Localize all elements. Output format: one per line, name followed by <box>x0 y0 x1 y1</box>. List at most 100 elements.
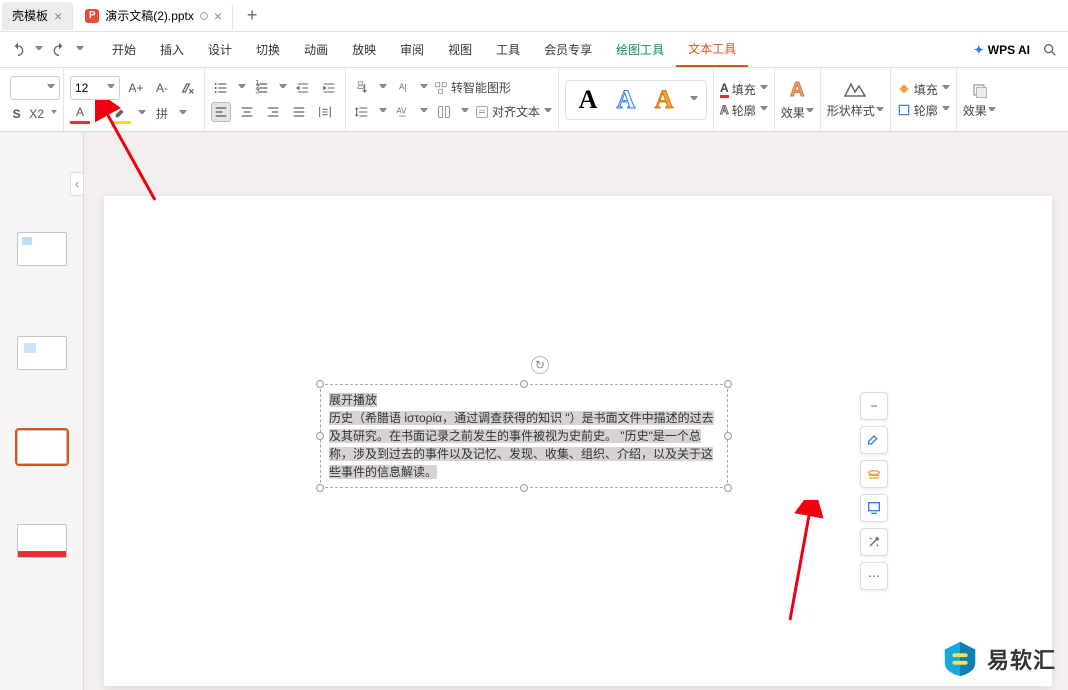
menu-design[interactable]: 设计 <box>196 32 244 68</box>
text-outline-button[interactable]: A轮廓 <box>720 102 768 119</box>
magic-button[interactable] <box>860 528 888 556</box>
resize-handle[interactable] <box>316 432 324 440</box>
svg-text:A: A <box>399 82 405 91</box>
char-spacing-icon[interactable]: AV <box>393 102 413 122</box>
collapse-thumbs-button[interactable]: ‹ <box>70 172 84 196</box>
clear-format-icon[interactable] <box>178 78 198 98</box>
new-tab-button[interactable]: + <box>239 3 265 29</box>
resize-handle[interactable] <box>520 380 528 388</box>
format-brush-button[interactable] <box>860 426 888 454</box>
main-area: ‹ ↻ 展开播放 历史（希腊语 ἱστορία，通过调查获得的知识 "）是书面文… <box>0 132 1068 690</box>
zoom-out-button[interactable]: − <box>860 392 888 420</box>
shape-effect-button[interactable]: 效果 <box>963 80 996 119</box>
wordart-style-2[interactable]: A <box>610 85 642 115</box>
bold-icon[interactable]: S <box>10 104 23 124</box>
convert-smartart-button[interactable]: 转智能图形 <box>434 79 511 96</box>
modified-indicator <box>200 12 208 20</box>
textbox-title: 展开播放 <box>329 391 719 409</box>
more-button[interactable]: ⋯ <box>860 562 888 590</box>
svg-text:吕: 吕 <box>357 81 365 90</box>
resize-handle[interactable] <box>724 380 732 388</box>
shape-fill-button[interactable]: 填充 <box>897 81 950 98</box>
align-justify-icon[interactable] <box>289 102 309 122</box>
slide-thumb-3[interactable] <box>17 430 67 464</box>
menu-review[interactable]: 审阅 <box>388 32 436 68</box>
resize-handle[interactable] <box>724 484 732 492</box>
rotate-handle[interactable]: ↻ <box>531 356 549 374</box>
text-direction-icon[interactable]: 吕 <box>352 78 372 98</box>
menu-draw-tools[interactable]: 绘图工具 <box>604 32 676 68</box>
undo-icon[interactable] <box>8 40 28 60</box>
ppt-icon: P <box>85 9 99 23</box>
pinyin-icon[interactable]: 拼 <box>152 104 172 124</box>
menu-transition[interactable]: 切换 <box>244 32 292 68</box>
tab-presentation[interactable]: P 演示文稿(2).pptx × <box>75 2 233 30</box>
slide-thumb-4[interactable] <box>17 524 67 558</box>
floating-toolbar: − ⋯ <box>860 392 888 590</box>
highlight-icon[interactable] <box>111 104 131 124</box>
decrease-font-icon[interactable]: A- <box>152 78 172 98</box>
textbox-body: 历史（希腊语 ἱστορία，通过调查获得的知识 "）是书面文件中描述的过去及其… <box>329 409 719 481</box>
resize-handle[interactable] <box>520 484 528 492</box>
svg-text:AV: AV <box>396 106 407 115</box>
search-icon[interactable] <box>1040 40 1060 60</box>
menu-view[interactable]: 视图 <box>436 32 484 68</box>
text-effect-button[interactable]: A 效果 <box>781 79 814 121</box>
font-name-combo[interactable] <box>10 76 60 100</box>
menu-animation[interactable]: 动画 <box>292 32 340 68</box>
menu-vip[interactable]: 会员专享 <box>532 32 604 68</box>
menu-text-tools[interactable]: 文本工具 <box>676 33 748 67</box>
more-dropdown[interactable] <box>76 46 84 54</box>
resize-handle[interactable] <box>724 432 732 440</box>
slide-thumb-1[interactable] <box>17 232 67 266</box>
menu-tools[interactable]: 工具 <box>484 32 532 68</box>
align-right-icon[interactable] <box>263 102 283 122</box>
text-vertical-icon[interactable]: A <box>393 78 413 98</box>
menu-insert[interactable]: 插入 <box>148 32 196 68</box>
redo-icon[interactable] <box>49 40 69 60</box>
wordart-style-1[interactable]: A <box>572 85 604 115</box>
menu-slideshow[interactable]: 放映 <box>340 32 388 68</box>
align-left-icon[interactable] <box>211 102 231 122</box>
layer-button[interactable] <box>860 460 888 488</box>
textbox[interactable]: 展开播放 历史（希腊语 ἱστορία，通过调查获得的知识 "）是书面文件中描述… <box>320 384 728 488</box>
numbering-icon[interactable]: 123 <box>252 78 272 98</box>
document-tabs: 壳模板 × P 演示文稿(2).pptx × + <box>0 0 1068 32</box>
presentation-button[interactable] <box>860 494 888 522</box>
align-center-icon[interactable] <box>237 102 257 122</box>
close-icon[interactable]: × <box>54 8 62 24</box>
wordart-style-3[interactable]: A <box>648 85 680 115</box>
distribute-icon[interactable] <box>315 102 335 122</box>
ribbon: S X2 12 A+ A- A 拼 123 <box>0 68 1068 132</box>
bullets-icon[interactable] <box>211 78 231 98</box>
tab-template[interactable]: 壳模板 × <box>2 2 73 30</box>
undo-dropdown[interactable] <box>35 46 43 54</box>
align-text-button[interactable]: 对齐文本 <box>475 103 552 120</box>
shape-style-button[interactable]: 形状样式 <box>827 80 884 119</box>
watermark-text: 易软汇 <box>987 643 1056 675</box>
tab-label: 壳模板 <box>12 7 48 24</box>
slide-thumbnails: ‹ <box>0 132 84 690</box>
menu-bar: 开始 插入 设计 切换 动画 放映 审阅 视图 工具 会员专享 绘图工具 文本工… <box>0 32 1068 68</box>
wordart-more-dropdown[interactable] <box>686 96 700 104</box>
superscript-icon[interactable]: X2 <box>29 104 44 124</box>
shape-outline-button[interactable]: 轮廓 <box>897 102 950 119</box>
decrease-indent-icon[interactable] <box>293 78 313 98</box>
menu-start[interactable]: 开始 <box>100 32 148 68</box>
increase-indent-icon[interactable] <box>319 78 339 98</box>
resize-handle[interactable] <box>316 484 324 492</box>
increase-font-icon[interactable]: A+ <box>126 78 146 98</box>
columns-icon[interactable] <box>434 102 454 122</box>
resize-handle[interactable] <box>316 380 324 388</box>
font-size-combo[interactable]: 12 <box>70 76 120 100</box>
close-icon[interactable]: × <box>214 8 222 24</box>
line-spacing-icon[interactable] <box>352 102 372 122</box>
slide-thumb-2[interactable] <box>17 336 67 370</box>
font-color-icon[interactable]: A <box>70 104 90 124</box>
tab-label: 演示文稿(2).pptx <box>105 7 194 24</box>
watermark-logo-icon <box>941 640 979 678</box>
watermark: 易软汇 <box>941 640 1056 678</box>
wps-ai-button[interactable]: ✦WPS AI <box>974 43 1030 57</box>
text-fill-button[interactable]: A填充 <box>720 81 768 98</box>
wordart-gallery[interactable]: A A A <box>565 80 707 120</box>
